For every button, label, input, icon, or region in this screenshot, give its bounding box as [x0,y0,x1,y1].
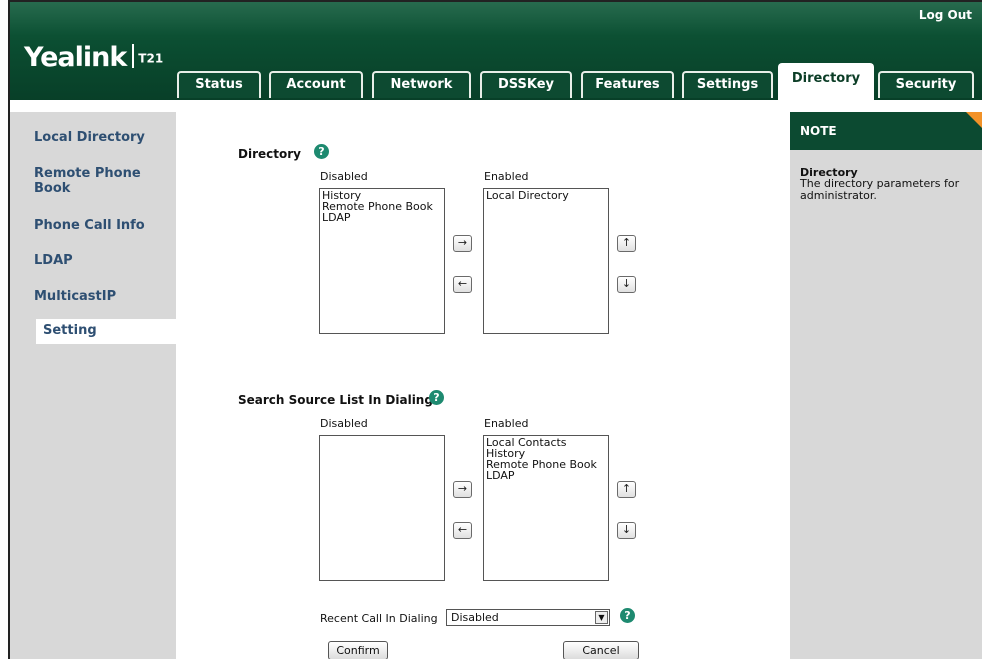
tab-settings[interactable]: Settings [682,71,773,98]
note-heading: NOTE [790,112,982,150]
list-item[interactable]: LDAP [486,470,606,481]
note-text: The directory parameters for administrat… [800,177,960,202]
search-source-enabled-label: Enabled [484,417,529,430]
search-source-disabled-label: Disabled [320,417,368,430]
tab-status[interactable]: Status [177,71,261,98]
tab-security[interactable]: Security [878,71,974,98]
header: Yealink T21 Log Out Status Account Networ… [10,2,982,100]
directory-enabled-label: Enabled [484,170,529,183]
note-corner-flag [966,112,982,130]
directory-move-up-button[interactable]: ↑ [617,235,636,252]
directory-disabled-label: Disabled [320,170,368,183]
sidebar-item-phone-call-info[interactable]: Phone Call Info [34,218,164,233]
search-source-move-left-button[interactable]: ← [453,522,472,539]
confirm-button[interactable]: Confirm [328,641,388,659]
sidebar: Local Directory Remote Phone Book Phone … [10,112,182,659]
tab-network[interactable]: Network [372,71,471,98]
directory-move-right-button[interactable]: → [453,235,472,252]
sidebar-item-local-directory[interactable]: Local Directory [34,130,164,145]
yealink-logo: Yealink T21 [24,42,163,73]
sidebar-item-setting[interactable]: Setting [36,319,182,344]
directory-help-icon[interactable]: ? [314,144,329,159]
browser-frame: Yealink T21 Log Out Status Account Networ… [8,0,982,659]
directory-enabled-list[interactable]: Local Directory [483,188,609,334]
tab-features[interactable]: Features [581,71,674,98]
search-source-move-up-button[interactable]: ↑ [617,481,636,498]
note-panel: NOTE Directory The directory parameters … [790,112,982,659]
content-area: Local Directory Remote Phone Book Phone … [10,100,982,659]
recent-call-help-icon[interactable]: ? [620,608,635,623]
search-source-move-right-button[interactable]: → [453,481,472,498]
recent-call-value: Disabled [451,611,499,624]
list-item[interactable]: LDAP [322,212,442,223]
directory-move-left-button[interactable]: ← [453,276,472,293]
list-item[interactable]: Local Directory [486,190,606,201]
recent-call-label: Recent Call In Dialing [320,612,438,625]
directory-disabled-list[interactable]: History Remote Phone Book LDAP [319,188,445,334]
sidebar-item-multicastip[interactable]: MulticastIP [34,289,164,304]
search-source-title: Search Source List In Dialing [238,393,433,407]
header-shine [10,2,982,36]
logout-link[interactable]: Log Out [919,8,972,22]
tab-directory[interactable]: Directory [778,63,874,100]
search-source-disabled-list[interactable] [319,435,445,581]
cancel-button[interactable]: Cancel [563,641,639,659]
recent-call-select[interactable]: Disabled ▼ [446,609,610,626]
directory-move-down-button[interactable]: ↓ [617,276,636,293]
logo-separator [132,44,135,68]
sidebar-item-remote-phone-book[interactable]: Remote Phone Book [34,166,144,196]
search-source-move-down-button[interactable]: ↓ [617,522,636,539]
sidebar-item-ldap[interactable]: LDAP [34,253,164,268]
chevron-down-icon[interactable]: ▼ [595,611,608,624]
tab-dsskey[interactable]: DSSKey [480,71,572,98]
tab-account[interactable]: Account [269,71,363,98]
model-label: T21 [138,51,164,66]
logo-text: Yealink [24,42,127,73]
search-source-help-icon[interactable]: ? [429,390,444,405]
directory-title: Directory [238,147,301,161]
search-source-enabled-list[interactable]: Local Contacts History Remote Phone Book… [483,435,609,581]
